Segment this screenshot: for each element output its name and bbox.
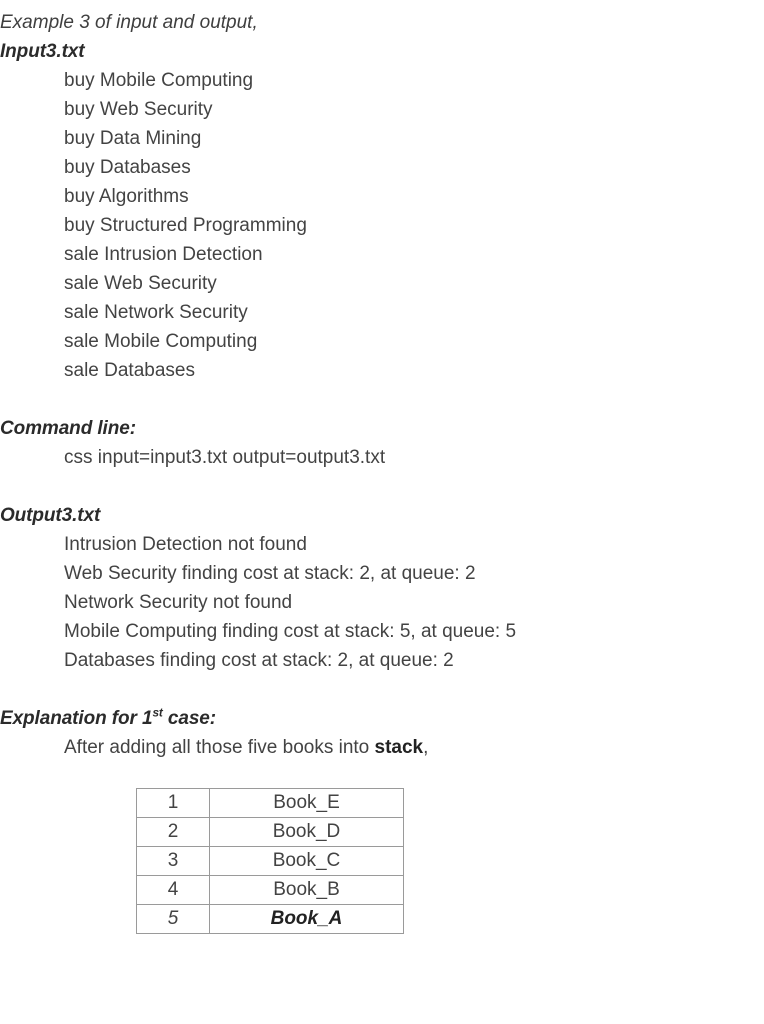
table-row: 4 Book_B — [136, 875, 404, 905]
input-file-heading: Input3.txt — [0, 41, 85, 62]
input-line: buy Mobile Computing — [64, 70, 254, 91]
explanation-text-tail: , — [423, 737, 429, 758]
document-page: Example 3 of input and output, Input3.tx… — [0, 0, 764, 1024]
input-line: sale Databases — [64, 360, 195, 381]
output-line: Databases finding cost at stack: 2, at q… — [64, 650, 454, 671]
stack-row-book: Book_C — [209, 846, 404, 876]
input-line: buy Algorithms — [64, 186, 189, 207]
explanation-text-lead: After adding all those five books into — [64, 737, 375, 758]
stack-table-wrapper: 1 Book_E 2 Book_D 3 Book_C 4 Book_B 5 Bo… — [0, 762, 764, 934]
command-line-heading: Command line: — [0, 418, 136, 439]
input-line: sale Intrusion Detection — [64, 244, 263, 265]
stack-table: 1 Book_E 2 Book_D 3 Book_C 4 Book_B 5 Bo… — [136, 788, 404, 934]
explanation-keyword: stack — [374, 737, 424, 758]
intro-line: Example 3 of input and output, — [0, 12, 258, 33]
stack-row-index: 3 — [136, 846, 210, 876]
explanation-heading-text: Explanation for 1 — [0, 708, 153, 729]
input-line: buy Structured Programming — [64, 215, 307, 236]
command-line-text: css input=input3.txt output=output3.txt — [64, 447, 386, 468]
document-body: Example 3 of input and output, Input3.tx… — [0, 0, 764, 934]
input-line: buy Data Mining — [64, 128, 202, 149]
input-lines-block: buy Mobile Computing buy Web Security bu… — [0, 66, 764, 385]
output-lines-block: Intrusion Detection not found Web Securi… — [0, 530, 764, 675]
input-line: sale Network Security — [64, 302, 248, 323]
output-line: Network Security not found — [64, 592, 293, 613]
stack-row-index: 1 — [136, 788, 210, 818]
explanation-heading-tail: case: — [162, 708, 216, 729]
stack-row-book: Book_D — [209, 817, 404, 847]
output-line: Intrusion Detection not found — [64, 534, 307, 555]
input-line: buy Databases — [64, 157, 191, 178]
input-line: sale Web Security — [64, 273, 217, 294]
table-row: 3 Book_C — [136, 846, 404, 876]
table-row: 1 Book_E — [136, 788, 404, 818]
table-row: 2 Book_D — [136, 817, 404, 847]
stack-row-book: Book_A — [209, 904, 404, 934]
input-line: sale Mobile Computing — [64, 331, 258, 352]
table-row: 5 Book_A — [136, 904, 404, 934]
output-line: Mobile Computing finding cost at stack: … — [64, 621, 517, 642]
output-file-heading: Output3.txt — [0, 505, 101, 526]
stack-row-index: 5 — [136, 904, 210, 934]
stack-row-index: 2 — [136, 817, 210, 847]
stack-row-book: Book_E — [209, 788, 404, 818]
stack-row-book: Book_B — [209, 875, 404, 905]
input-line: buy Web Security — [64, 99, 213, 120]
stack-table-body: 1 Book_E 2 Book_D 3 Book_C 4 Book_B 5 Bo… — [136, 788, 404, 934]
output-line: Web Security finding cost at stack: 2, a… — [64, 563, 476, 584]
ordinal-suffix: st — [152, 706, 163, 720]
explanation-heading: Explanation for 1st case: — [0, 704, 764, 733]
explanation-text: After adding all those five books into s… — [0, 733, 764, 762]
stack-row-index: 4 — [136, 875, 210, 905]
